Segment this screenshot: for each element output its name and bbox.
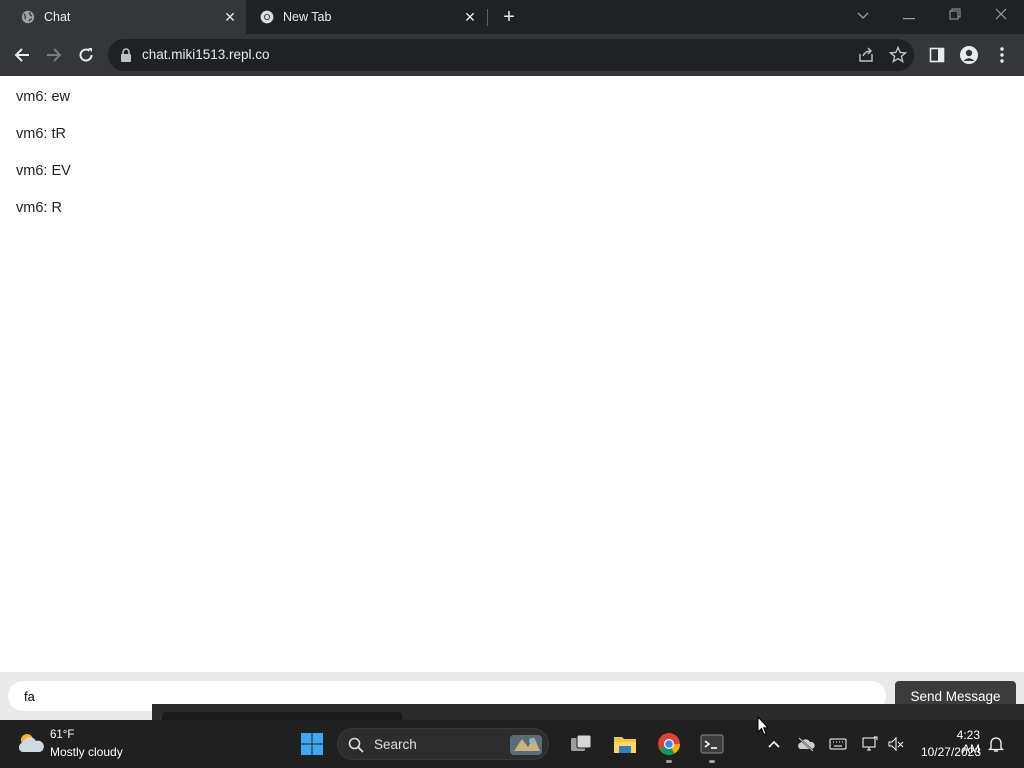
chrome-icon[interactable] bbox=[657, 732, 681, 756]
search-label: Search bbox=[374, 737, 417, 752]
more-menu-icon[interactable] bbox=[990, 43, 1014, 67]
tab-search-icon[interactable] bbox=[843, 0, 883, 30]
clock-date[interactable]: 10/27/2023 bbox=[918, 745, 981, 759]
globe-icon bbox=[21, 10, 35, 24]
file-explorer-icon[interactable] bbox=[613, 732, 637, 756]
back-button[interactable] bbox=[10, 43, 34, 67]
chat-message: vm6: tR bbox=[16, 126, 66, 142]
bookmark-star-icon[interactable] bbox=[888, 45, 908, 65]
notification-bell-icon[interactable] bbox=[987, 735, 1005, 753]
running-indicator bbox=[666, 760, 672, 763]
minimize-button[interactable] bbox=[889, 0, 929, 30]
url-text[interactable]: chat.miki1513.repl.co bbox=[142, 47, 270, 62]
close-tab-icon[interactable]: ✕ bbox=[222, 9, 238, 25]
taskbar-search[interactable]: Search bbox=[337, 728, 549, 760]
address-bar[interactable]: chat.miki1513.repl.co bbox=[108, 39, 914, 71]
weather-description[interactable]: Mostly cloudy bbox=[50, 745, 123, 759]
search-icon bbox=[348, 737, 364, 753]
running-indicator bbox=[709, 760, 715, 763]
taskbar: 61°F Mostly cloudy Search 4:23 AM 10/27/… bbox=[0, 720, 1024, 768]
tab-title: New Tab bbox=[283, 10, 332, 24]
chrome-icon bbox=[260, 10, 274, 24]
onedrive-offline-icon[interactable] bbox=[797, 735, 815, 753]
tab-strip: Chat ✕ New Tab ✕ + bbox=[0, 0, 1024, 34]
network-icon[interactable] bbox=[861, 735, 879, 753]
close-tab-icon[interactable]: ✕ bbox=[462, 9, 478, 25]
forward-button[interactable] bbox=[42, 43, 66, 67]
new-tab-button[interactable]: + bbox=[499, 7, 519, 27]
share-icon[interactable] bbox=[856, 45, 876, 65]
side-panel-icon[interactable] bbox=[925, 43, 949, 67]
profile-icon[interactable] bbox=[957, 43, 981, 67]
restore-button[interactable] bbox=[935, 0, 975, 30]
volume-muted-icon[interactable] bbox=[887, 735, 905, 753]
cloudy-weather-icon[interactable] bbox=[16, 730, 46, 756]
mouse-cursor-icon bbox=[757, 716, 769, 736]
terminal-icon[interactable] bbox=[700, 732, 724, 756]
chat-page: vm6: ew vm6: tR vm6: EV vm6: R bbox=[0, 76, 1024, 672]
tab-title: Chat bbox=[44, 10, 71, 24]
chevron-up-icon[interactable] bbox=[765, 735, 783, 753]
tab-new-tab[interactable]: New Tab ✕ bbox=[248, 0, 486, 34]
search-highlight-icon bbox=[510, 735, 542, 755]
tab-separator bbox=[487, 9, 488, 26]
chat-message: vm6: EV bbox=[16, 163, 71, 179]
chat-message: vm6: R bbox=[16, 200, 62, 216]
task-view-icon[interactable] bbox=[569, 732, 593, 756]
keyboard-icon[interactable] bbox=[829, 735, 847, 753]
chat-message: vm6: ew bbox=[16, 89, 70, 105]
weather-temperature[interactable]: 61°F bbox=[50, 729, 74, 741]
browser-toolbar: chat.miki1513.repl.co bbox=[0, 34, 1024, 76]
lock-icon[interactable] bbox=[120, 48, 132, 62]
tab-chat[interactable]: Chat ✕ bbox=[0, 0, 246, 34]
window-preview bbox=[162, 712, 402, 720]
taskbar-preview-strip bbox=[152, 704, 1024, 720]
windows-start-icon[interactable] bbox=[300, 732, 324, 756]
close-window-button[interactable] bbox=[981, 0, 1021, 30]
reload-button[interactable] bbox=[74, 43, 98, 67]
